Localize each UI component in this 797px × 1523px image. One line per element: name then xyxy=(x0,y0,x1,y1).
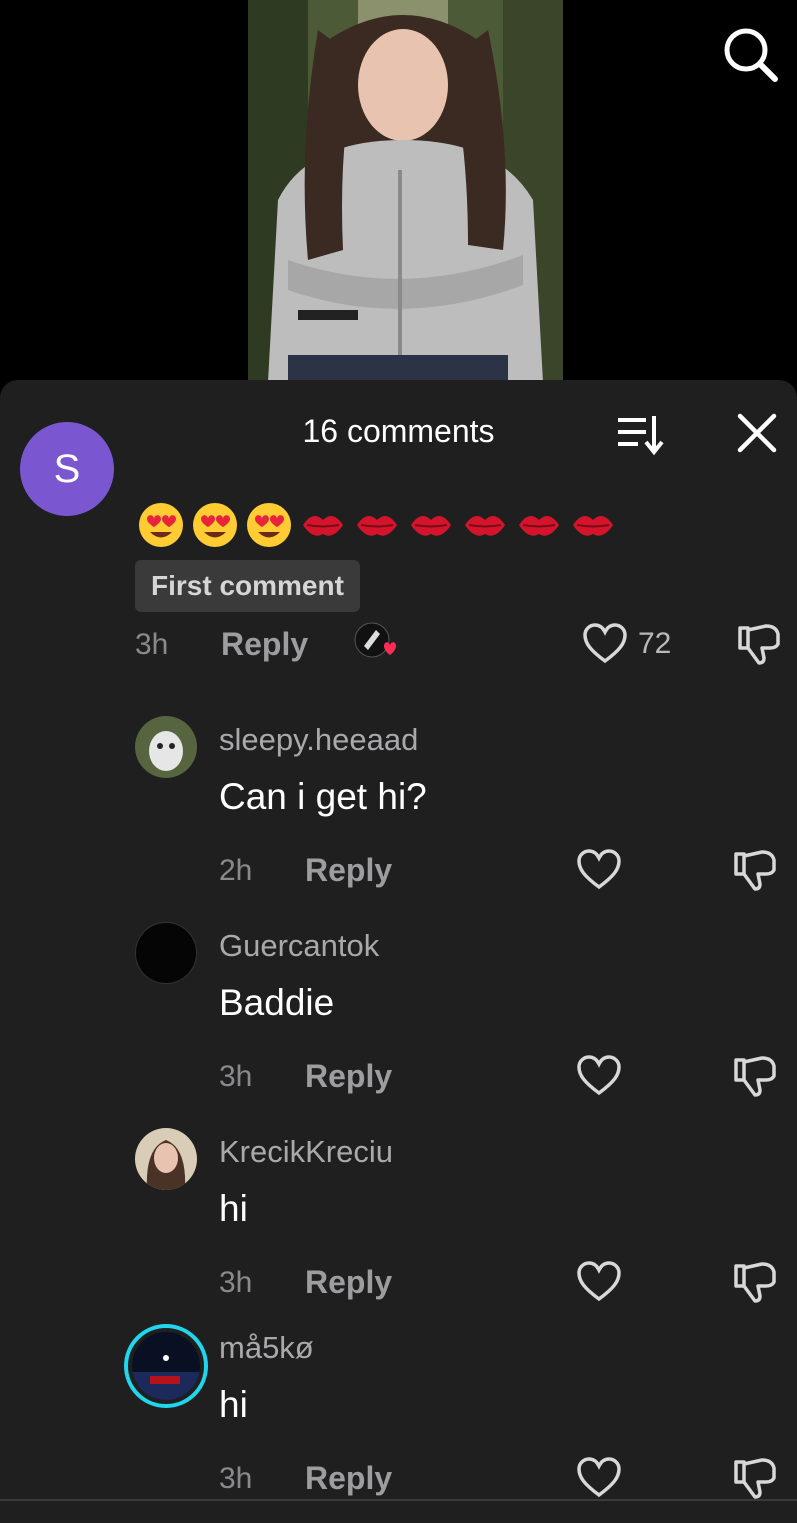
heart-icon xyxy=(577,1261,621,1302)
dislike-button[interactable] xyxy=(732,1052,778,1098)
kiss-mark-emoji-icon xyxy=(465,516,505,536)
username[interactable]: KrecikKreciu xyxy=(219,1134,393,1170)
comment-text-emojis xyxy=(137,501,617,549)
comment-actions: 3h Reply xyxy=(0,1454,797,1504)
video-thumbnail[interactable] xyxy=(248,0,563,382)
avatar[interactable] xyxy=(135,716,197,778)
username[interactable]: sleepy.heeaad xyxy=(219,722,418,758)
first-comment-badge: First comment xyxy=(135,560,360,612)
comment-count: 16 comments xyxy=(302,413,495,449)
divider xyxy=(0,1499,797,1501)
reply-button[interactable]: Reply xyxy=(305,1460,392,1497)
avatar[interactable] xyxy=(135,922,197,984)
comment-text: hi xyxy=(219,1384,248,1425)
search-icon xyxy=(724,28,778,82)
sort-icon xyxy=(618,416,664,456)
comment-time: 3h xyxy=(135,628,169,661)
thumbs-down-icon xyxy=(734,1056,776,1097)
like-button[interactable] xyxy=(576,1055,622,1097)
comment-actions: 3h Reply xyxy=(0,1052,797,1102)
comments-header: 16 comments xyxy=(0,380,797,480)
comment-time: 3h xyxy=(219,1266,253,1299)
comment-actions: 2h Reply xyxy=(0,846,797,896)
like-button[interactable] xyxy=(582,623,628,665)
avatar[interactable] xyxy=(135,1128,197,1190)
comment-time: 2h xyxy=(219,854,253,887)
reply-item: Guercantok Baddie 3h Reply xyxy=(0,922,797,1128)
heart-eyes-emoji-icon xyxy=(193,503,237,547)
close-icon xyxy=(737,413,777,453)
avatar-image xyxy=(135,1128,197,1190)
comments-sheet: 16 comments S First comment 3h Reply 72 … xyxy=(0,380,797,1523)
close-button[interactable] xyxy=(734,410,780,456)
avatar-image xyxy=(132,1332,200,1400)
like-button[interactable] xyxy=(576,1261,622,1303)
reply-button[interactable]: Reply xyxy=(305,1264,392,1301)
username[interactable]: må5kø xyxy=(219,1330,314,1366)
kiss-mark-emoji-icon xyxy=(357,516,397,536)
dislike-button[interactable] xyxy=(732,846,778,892)
kiss-mark-emoji-icon xyxy=(411,516,451,536)
heart-eyes-emoji-icon xyxy=(139,503,183,547)
avatar[interactable]: S xyxy=(20,422,114,516)
comment-text: hi xyxy=(219,1188,248,1229)
kiss-mark-emoji-icon xyxy=(303,516,343,536)
thumbs-down-icon xyxy=(734,1458,776,1499)
dislike-button[interactable] xyxy=(732,1454,778,1500)
comment-text: Can i get hi? xyxy=(219,776,427,817)
avatar-with-story-ring[interactable] xyxy=(124,1324,208,1408)
kiss-mark-emoji-icon xyxy=(573,516,613,536)
heart-icon xyxy=(577,1457,621,1498)
comment-text: Baddie xyxy=(219,982,335,1023)
dislike-button[interactable] xyxy=(732,1258,778,1304)
heart-icon xyxy=(577,1055,621,1096)
video-player[interactable] xyxy=(0,0,797,382)
thumbs-down-icon xyxy=(734,850,776,891)
sort-button[interactable] xyxy=(614,410,666,458)
thumbs-down-icon xyxy=(738,624,780,665)
heart-icon xyxy=(583,623,627,664)
avatar-letter: S xyxy=(53,447,81,491)
like-button[interactable] xyxy=(576,849,622,891)
comment-time: 3h xyxy=(219,1060,253,1093)
like-count: 72 xyxy=(638,627,672,660)
video-frame-illustration xyxy=(248,0,563,382)
reply-button[interactable]: Reply xyxy=(305,1058,392,1095)
reply-item: KrecikKreciu hi 3h Reply xyxy=(0,1128,797,1334)
comment-time: 3h xyxy=(219,1462,253,1495)
like-button[interactable] xyxy=(576,1457,622,1499)
search-button[interactable] xyxy=(720,24,780,84)
kiss-mark-emoji-icon xyxy=(519,516,559,536)
avatar-image xyxy=(135,716,197,778)
username[interactable]: Guercantok xyxy=(219,928,379,964)
comment-actions: 3h Reply 72 xyxy=(0,620,797,670)
heart-icon xyxy=(577,849,621,890)
avatar-image xyxy=(136,923,196,983)
thumbs-down-icon xyxy=(734,1262,776,1303)
reply-item: sleepy.heeaad Can i get hi? 2h Reply xyxy=(0,716,797,922)
creator-liked-icon xyxy=(354,620,404,664)
comment-text xyxy=(137,500,617,550)
reply-button[interactable]: Reply xyxy=(305,852,392,889)
reply-item: må5kø hi 3h Reply xyxy=(0,1324,797,1523)
comment-actions: 3h Reply xyxy=(0,1258,797,1308)
reply-button[interactable]: Reply xyxy=(221,626,308,663)
heart-eyes-emoji-icon xyxy=(247,503,291,547)
dislike-button[interactable] xyxy=(736,620,782,666)
